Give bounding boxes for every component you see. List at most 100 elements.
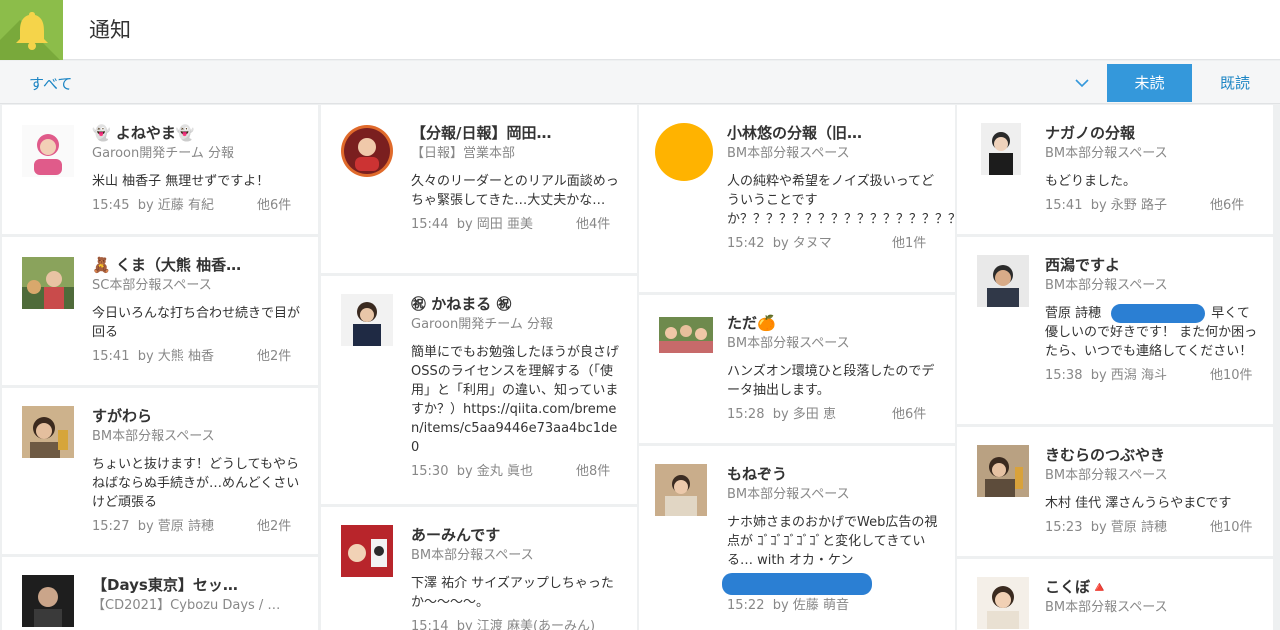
avatar — [341, 294, 393, 346]
avatar — [341, 525, 393, 577]
notification-grid: 👻 よねやま👻 Garoon開発チーム 分報 米山 柚香子 無理せずですよ！ 1… — [0, 105, 1280, 630]
card-meta: 15:42 by タヌマ 他1件 — [727, 235, 943, 253]
notification-card[interactable]: ナガノの分報 BM本部分報スペース もどりました。 15:41 by 永野 路子… — [957, 105, 1273, 234]
card-space: 【日報】営業本部 — [411, 146, 516, 161]
card-time: 15:44 — [411, 217, 449, 232]
card-message: ハンズオン環境ひと段落したのでデータ抽出します。 — [727, 364, 935, 398]
notification-card[interactable]: 西潟ですよ BM本部分報スペース 菅原 詩穂 早くて優しいので好きです！ また何… — [957, 237, 1273, 424]
card-time: 15:41 — [92, 349, 130, 364]
card-space: BM本部分報スペース — [727, 336, 850, 351]
card-title: ただ🍊 — [727, 314, 776, 332]
bell-icon — [16, 12, 48, 50]
avatar — [341, 125, 393, 177]
card-others: 他6件 — [892, 407, 927, 422]
card-meta: 15:27 by 菅原 詩穂 他2件 — [92, 518, 306, 536]
card-title: こくぼ🔺 — [1045, 578, 1109, 596]
card-others: 他2件 — [257, 349, 292, 364]
card-title: ナガノの分報 — [1045, 124, 1136, 142]
card-author: by 大熊 柚香 — [137, 349, 214, 364]
card-title: 小林悠の分報（旧… — [727, 124, 863, 142]
card-author: by 永野 路子 — [1090, 198, 1167, 213]
card-meta: 15:44 by 岡田 亜美 他4件 — [411, 216, 625, 234]
card-message: 簡単にでもお勉強したほうが良さげ OSSのライセンスを理解する（「使用」と「利用… — [411, 345, 620, 455]
card-others: 他6件 — [257, 198, 292, 213]
card-meta: 15:22 by 佐藤 萌音 — [727, 597, 943, 615]
card-space: BM本部分報スペース — [92, 429, 215, 444]
card-author: by 佐藤 萌音 — [772, 598, 849, 613]
card-meta: 15:41 by 永野 路子 他6件 — [1045, 197, 1261, 215]
card-author: by 西潟 海斗 — [1090, 368, 1167, 383]
card-time: 15:22 — [727, 598, 765, 613]
card-author: by 江渡 麻美(あーみん) — [456, 619, 596, 630]
redacted-mention — [1111, 304, 1206, 323]
unread-tab-button[interactable]: 未読 — [1107, 64, 1192, 102]
filter-all-link[interactable]: すべて — [29, 73, 72, 94]
card-space: 【CD2021】Cybozu Days / … — [92, 598, 281, 613]
card-others: 他1件 — [892, 236, 927, 251]
card-title: 【分報/日報】岡田… — [411, 124, 552, 142]
notification-card[interactable]: きむらのつぶやき BM本部分報スペース 木村 佳代 澤さんうらやまCです 15:… — [957, 427, 1273, 556]
avatar — [655, 464, 707, 516]
card-time: 15:30 — [411, 464, 449, 479]
notification-card[interactable]: 【分報/日報】岡田… 【日報】営業本部 久々のリーダーとのリアル面談めっちゃ緊張… — [321, 105, 637, 273]
card-time: 15:41 — [1045, 198, 1083, 213]
read-tab-button[interactable]: 既読 — [1192, 64, 1278, 102]
card-space: Garoon開発チーム 分報 — [92, 146, 234, 161]
card-message: 下澤 祐介 サイズアップしちゃったか〜〜〜〜。 — [411, 576, 614, 610]
card-message: ちょいと抜けます！どうしてもやらねばならぬ手続きが…めんどくさいけど頑張る — [92, 457, 300, 510]
notification-card[interactable]: あーみんです BM本部分報スペース 下澤 祐介 サイズアップしちゃったか〜〜〜〜… — [321, 507, 637, 630]
notification-card[interactable]: ㊗ かねまる ㊗ Garoon開発チーム 分報 簡単にでもお勉強したほうが良さげ… — [321, 276, 637, 504]
card-time: 15:42 — [727, 236, 765, 251]
notification-column: 小林悠の分報（旧… BM本部分報スペース 人の純粋や希望をノイズ扱いってどういう… — [639, 105, 955, 630]
avatar — [22, 125, 74, 177]
app-icon — [0, 0, 63, 60]
card-message: 久々のリーダーとのリアル面談めっちゃ緊張してきた…大丈夫かな… — [411, 174, 619, 208]
card-time: 15:38 — [1045, 368, 1083, 383]
card-time: 15:28 — [727, 407, 765, 422]
card-title: もねぞう — [727, 465, 788, 483]
notification-card[interactable]: 🧸 くま（大熊 柚香… SC本部分報スペース 今日いろんな打ち合わせ続きで目が回… — [2, 237, 318, 385]
card-title: 【Days東京】セッ… — [92, 576, 238, 594]
notification-card[interactable]: 【Days東京】セッ… 【CD2021】Cybozu Days / … — [2, 557, 318, 630]
notification-card[interactable]: ただ🍊 BM本部分報スペース ハンズオン環境ひと段落したのでデータ抽出します。 … — [639, 295, 955, 443]
notification-card[interactable]: もねぞう BM本部分報スペース ナホ姉さまのおかげでWeb広告の視点が ｺﾞｺﾞ… — [639, 446, 955, 630]
card-author: by 菅原 詩穂 — [137, 519, 214, 534]
card-author: by 菅原 詩穂 — [1090, 520, 1167, 535]
card-message: 菅原 詩穂 早くて優しいので好きです！ また何か困ったら、いつでも連絡してくださ… — [1045, 304, 1258, 359]
card-author: by 近藤 有紀 — [137, 198, 214, 213]
notification-card[interactable]: 小林悠の分報（旧… BM本部分報スペース 人の純粋や希望をノイズ扱いってどういう… — [639, 105, 955, 292]
chevron-down-icon[interactable] — [1073, 76, 1091, 90]
notification-card[interactable]: 👻 よねやま👻 Garoon開発チーム 分報 米山 柚香子 無理せずですよ！ 1… — [2, 105, 318, 234]
avatar — [977, 445, 1029, 497]
notification-card[interactable]: すがわら BM本部分報スペース ちょいと抜けます！どうしてもやらねばならぬ手続き… — [2, 388, 318, 554]
card-others: 他8件 — [576, 464, 611, 479]
card-others: 他10件 — [1210, 368, 1253, 383]
card-title: すがわら — [92, 407, 153, 425]
card-meta: 15:14 by 江渡 麻美(あーみん) — [411, 618, 625, 630]
avatar — [22, 257, 74, 309]
card-title: きむらのつぶやき — [1045, 446, 1166, 464]
card-time: 15:45 — [92, 198, 130, 213]
card-title: あーみんです — [411, 526, 501, 544]
avatar — [977, 255, 1029, 307]
card-author: by 岡田 亜美 — [456, 217, 533, 232]
card-meta: 15:45 by 近藤 有紀 他6件 — [92, 197, 306, 215]
card-author: by 多田 恵 — [772, 407, 836, 422]
page-title: 通知 — [89, 18, 131, 42]
card-space: Garoon開発チーム 分報 — [411, 317, 553, 332]
card-space: BM本部分報スペース — [1045, 278, 1168, 293]
card-space: BM本部分報スペース — [411, 548, 534, 563]
card-time: 15:27 — [92, 519, 130, 534]
filter-bar: すべて 未読 既読 — [0, 61, 1280, 104]
card-message: もどりました。 — [1045, 174, 1137, 189]
card-message: 今日いろんな打ち合わせ続きで目が回る — [92, 306, 301, 340]
card-message: ナホ姉さまのおかげでWeb広告の視点が ｺﾞｺﾞｺﾞｺﾞｺﾞと変化してきている…… — [727, 515, 938, 568]
notification-card[interactable]: こくぼ🔺 BM本部分報スペース — [957, 559, 1273, 630]
card-meta: 15:41 by 大熊 柚香 他2件 — [92, 348, 306, 366]
card-others: 他4件 — [576, 217, 611, 232]
card-others: 他10件 — [1210, 520, 1253, 535]
card-title: ㊗ かねまる ㊗ — [411, 295, 512, 313]
mention-name: 菅原 詩穂 — [1045, 306, 1106, 321]
card-others: 他6件 — [1210, 198, 1245, 213]
notification-column: ナガノの分報 BM本部分報スペース もどりました。 15:41 by 永野 路子… — [957, 105, 1273, 630]
